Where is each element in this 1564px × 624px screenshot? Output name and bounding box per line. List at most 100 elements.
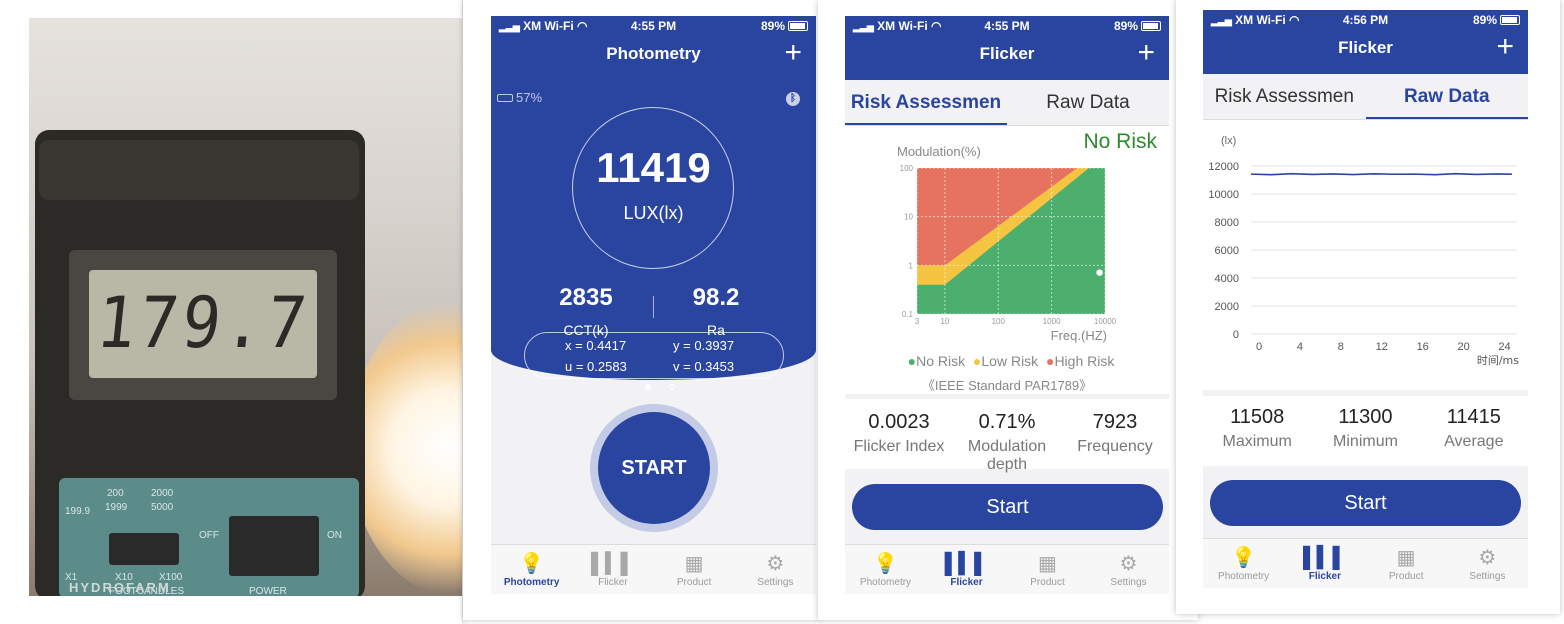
page-title: Flicker — [1338, 38, 1393, 57]
y-tick-label: 6000 — [1215, 245, 1239, 257]
x-tick-label: 20 — [1457, 341, 1469, 353]
divider — [653, 296, 654, 318]
series-line — [1250, 172, 1512, 176]
light-meter-top — [39, 140, 359, 200]
device-battery: 57% — [497, 90, 542, 105]
navbar: Flicker + — [845, 36, 1169, 74]
switch-label: 200 — [107, 488, 124, 499]
bluetooth-icon[interactable]: ᛒ — [786, 92, 800, 106]
tab-settings[interactable]: ⚙ Settings — [1088, 545, 1169, 594]
tab-settings[interactable]: ⚙ Settings — [1447, 539, 1528, 588]
x-tick-label: 10 — [940, 317, 949, 326]
status-battery: 89% — [1473, 13, 1520, 27]
tab-raw-data[interactable]: Raw Data — [1007, 80, 1169, 125]
tab-flicker[interactable]: ▌▍▌ Flicker — [926, 545, 1007, 594]
meter-photo: 179.7 199.9 200 2000 1999 5000 OFF ON X1… — [0, 0, 462, 624]
gear-icon: ⚙ — [1478, 547, 1497, 569]
x-tick-label: 24 — [1498, 341, 1510, 353]
battery-icon — [788, 21, 808, 31]
raw-stats: 11508 Maximum 11300 Minimum 11415 Average — [1203, 396, 1528, 466]
x-tick-label: 8 — [1338, 341, 1344, 353]
power-switch — [229, 516, 319, 576]
y-tick-label: 10000 — [1208, 189, 1239, 201]
maximum: 11508 Maximum — [1222, 406, 1292, 450]
minimum: 11300 Minimum — [1333, 406, 1398, 450]
x-tick-label: 4 — [1297, 341, 1303, 353]
coord-v: v = 0.3453 — [673, 359, 735, 374]
page-dot[interactable] — [669, 384, 675, 390]
page-title: Photometry — [606, 44, 701, 63]
status-battery: 89% — [761, 19, 808, 33]
x-tick-label: 16 — [1417, 341, 1429, 353]
status-bar: ▂▃▅ XM Wi-Fi ◠ 4:55 PM 89% — [491, 16, 816, 36]
add-button[interactable]: + — [1496, 30, 1514, 64]
legend-dot-no-risk: ● — [907, 353, 917, 369]
average: 11415 Average — [1444, 406, 1504, 450]
tab-product[interactable]: ▦ Product — [654, 545, 735, 594]
tab-risk-assessment[interactable]: Risk Assessmen — [1203, 74, 1366, 119]
tab-photometry[interactable]: 💡 Photometry — [491, 545, 572, 594]
tab-settings[interactable]: ⚙ Settings — [735, 545, 816, 594]
legend-low-risk: Low Risk — [981, 353, 1039, 369]
tab-product[interactable]: ▦ Product — [1007, 545, 1088, 594]
coord-y: y = 0.3937 — [673, 338, 735, 353]
x-tick-label: 100 — [992, 317, 1006, 326]
light-glow — [349, 298, 462, 596]
tab-photometry[interactable]: 💡 Photometry — [845, 545, 926, 594]
y-tick-label: 100 — [900, 164, 914, 173]
waveform-icon: ▌▍▌ — [1303, 547, 1347, 569]
flicker-raw-screen: ▂▃▅ XM Wi-Fi ◠ 4:56 PM 89% Flicker + Ris… — [1203, 10, 1528, 588]
switch-label: 2000 — [151, 488, 174, 499]
tab-flicker[interactable]: ▌▍▌ Flicker — [572, 545, 653, 594]
x-axis-label: 时间/ms — [1477, 354, 1519, 367]
standard-label: 《IEEE Standard PAR1789》 — [921, 378, 1093, 393]
photometry-screen: ▂▃▅ XM Wi-Fi ◠ 4:55 PM 89% Photometry + … — [491, 16, 816, 594]
y-tick-label: 2000 — [1215, 301, 1239, 313]
brand-label: HYDROFARM — [69, 580, 171, 595]
y-axis-label: (lx) — [1221, 135, 1236, 147]
frequency: 7923 Frequency — [1077, 411, 1153, 455]
status-battery: 89% — [1114, 19, 1161, 33]
x-tick-label: 1000 — [1043, 317, 1061, 326]
cct-value: 2835 — [559, 284, 613, 311]
y-tick-label: 12000 — [1208, 161, 1239, 173]
switch-label: 1999 — [105, 502, 128, 513]
risk-chart: 0.1 1 10 100 3 10 100 1000 10000 Freq.(HZ) — [900, 164, 1117, 343]
y-tick-label: 1 — [909, 261, 914, 270]
ra-value: 98.2 — [692, 284, 740, 311]
lcd-reading: 179.7 — [92, 283, 314, 365]
battery-icon — [1500, 15, 1520, 25]
flicker-risk-screen: ▂▃▅ XM Wi-Fi ◠ 4:55 PM 89% Flicker + Ris… — [845, 16, 1169, 594]
x-tick-label: 0 — [1256, 341, 1262, 353]
device-battery-icon — [497, 94, 513, 102]
navbar: Photometry + — [491, 36, 816, 74]
page-dot-active[interactable] — [645, 384, 651, 390]
risk-result: No Risk — [1083, 130, 1157, 153]
tab-product[interactable]: ▦ Product — [1366, 539, 1447, 588]
x-tick-label: 10000 — [1094, 317, 1117, 326]
add-button[interactable]: + — [784, 36, 802, 70]
tab-raw-data[interactable]: Raw Data — [1365, 74, 1528, 119]
page-indicator[interactable] — [636, 377, 684, 395]
switch-panel: 199.9 200 2000 1999 5000 OFF ON X1 X10 X… — [59, 478, 359, 596]
tab-flicker[interactable]: ▌▍▌ Flicker — [1284, 539, 1365, 588]
x-tick-label: 3 — [915, 317, 920, 326]
start-button[interactable]: Start — [852, 484, 1163, 530]
y-tick-label: 10 — [904, 213, 913, 222]
switch-label: OFF — [199, 530, 219, 541]
flicker-stats: 0.0023 Flicker Index 0.71% Modulation dept… — [845, 399, 1169, 473]
tab-photometry[interactable]: 💡 Photometry — [1203, 539, 1284, 588]
start-button[interactable]: START — [598, 412, 710, 524]
tab-bar: 💡 Photometry ▌▍▌ Flicker ▦ Product ⚙ Setting… — [1203, 538, 1528, 588]
legend-no-risk: No Risk — [916, 353, 966, 369]
add-button[interactable]: + — [1137, 36, 1155, 70]
segmented-tabs: Risk Assessmen Raw Data — [1203, 74, 1528, 120]
waveform-icon: ▌▍▌ — [591, 553, 635, 575]
x-axis-label: Freq.(HZ) — [1051, 328, 1107, 343]
lcd-display: 179.7 — [89, 270, 317, 378]
range-switch — [109, 533, 179, 565]
bulb-icon: 💡 — [519, 553, 545, 575]
tab-risk-assessment[interactable]: Risk Assessmen — [845, 80, 1007, 125]
start-button[interactable]: Start — [1210, 480, 1521, 526]
chromaticity-box[interactable]: x = 0.4417 y = 0.3937 u = 0.2583 v = 0.3… — [524, 332, 784, 379]
